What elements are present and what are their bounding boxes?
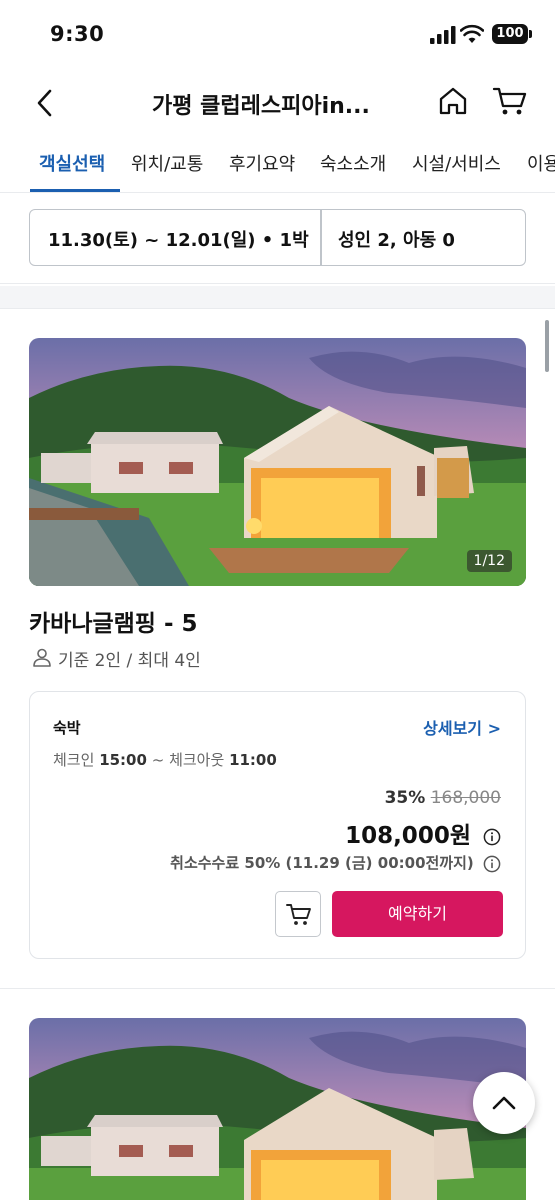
section-divider [0,283,555,284]
info-icon[interactable] [483,855,501,873]
tab-review-summary[interactable]: 후기요약 [229,150,295,176]
section-tabs: 객실선택 위치/교통 후기요약 숙소소개 시설/서비스 이용 [0,140,555,192]
rate-card: 숙박 상세보기 > 체크인 15:00 ~ 체크아웃 11:00 35% 168… [29,691,526,959]
final-price: 108,000원 [345,816,501,850]
tab-facilities[interactable]: 시설/서비스 [412,150,501,176]
section-gap [0,286,555,308]
cancellation-fee: 취소수수료 50% (11.29 (금) 00:00전까지) [170,852,501,873]
room-photo [29,338,526,586]
wifi-icon [460,24,484,43]
add-to-cart-button[interactable] [275,891,321,937]
cart-icon[interactable] [492,84,528,118]
tab-property-intro[interactable]: 숙소소개 [320,150,386,176]
date-range-button[interactable]: 11.30(토) ~ 12.01(일) • 1박 [48,226,309,252]
time-separator: ~ [151,751,165,769]
status-bar: 9:30 100 [0,0,555,70]
scroll-to-top-button[interactable] [473,1072,535,1134]
page-title: 가평 클럽레스피아in... [152,94,370,119]
status-time: 9:30 [50,22,105,46]
stay-type-label: 숙박 [53,719,81,737]
battery-indicator: 100 [492,24,528,44]
checkout-label: 체크아웃 [169,751,225,769]
tab-location[interactable]: 위치/교통 [131,150,203,176]
tab-usage[interactable]: 이용 [527,150,555,176]
selector-divider [320,210,322,265]
detail-link[interactable]: 상세보기 > [423,715,501,739]
cancellation-fee-text: 취소수수료 50% (11.29 (금) 00:00전까지) [170,854,474,872]
cellular-signal-icon [430,26,456,44]
photo-counter: 1/12 [466,550,512,572]
info-icon[interactable] [483,828,501,846]
battery-cap [529,30,532,38]
app-header: 가평 클럽레스피아in... [0,70,555,136]
section-divider [0,988,555,989]
room-name: 카바나글램핑 - 5 [29,611,198,637]
checkout-time: 11:00 [229,751,277,769]
cart-icon [286,904,311,925]
tab-room-select[interactable]: 객실선택 [39,150,105,176]
section-divider [0,308,555,309]
capacity-text: 기준 2인 / 최대 4인 [58,651,201,671]
room-photo-carousel[interactable]: 1/12 [29,338,526,586]
room-photo [29,1018,526,1200]
discount-row: 35% 168,000 [385,788,501,808]
checkin-label: 체크인 [53,751,95,769]
chevron-left-icon[interactable] [30,86,60,120]
checkin-time: 15:00 [99,751,147,769]
person-icon [33,648,51,667]
discount-percent: 35% [384,788,426,808]
scrollbar[interactable] [545,320,549,372]
price-value: 108,000원 [345,823,471,849]
date-guest-selector: 11.30(토) ~ 12.01(일) • 1박 성인 2, 아동 0 [29,209,526,266]
guest-count-button[interactable]: 성인 2, 아동 0 [338,226,455,252]
chevron-up-icon [492,1096,516,1110]
room-photo-carousel[interactable] [29,1018,526,1200]
tabs-divider [0,192,555,193]
original-price: 168,000 [430,788,501,808]
book-button[interactable]: 예약하기 [332,891,503,937]
checkin-checkout-times: 체크인 15:00 ~ 체크아웃 11:00 [53,749,277,770]
home-icon[interactable] [436,84,470,118]
